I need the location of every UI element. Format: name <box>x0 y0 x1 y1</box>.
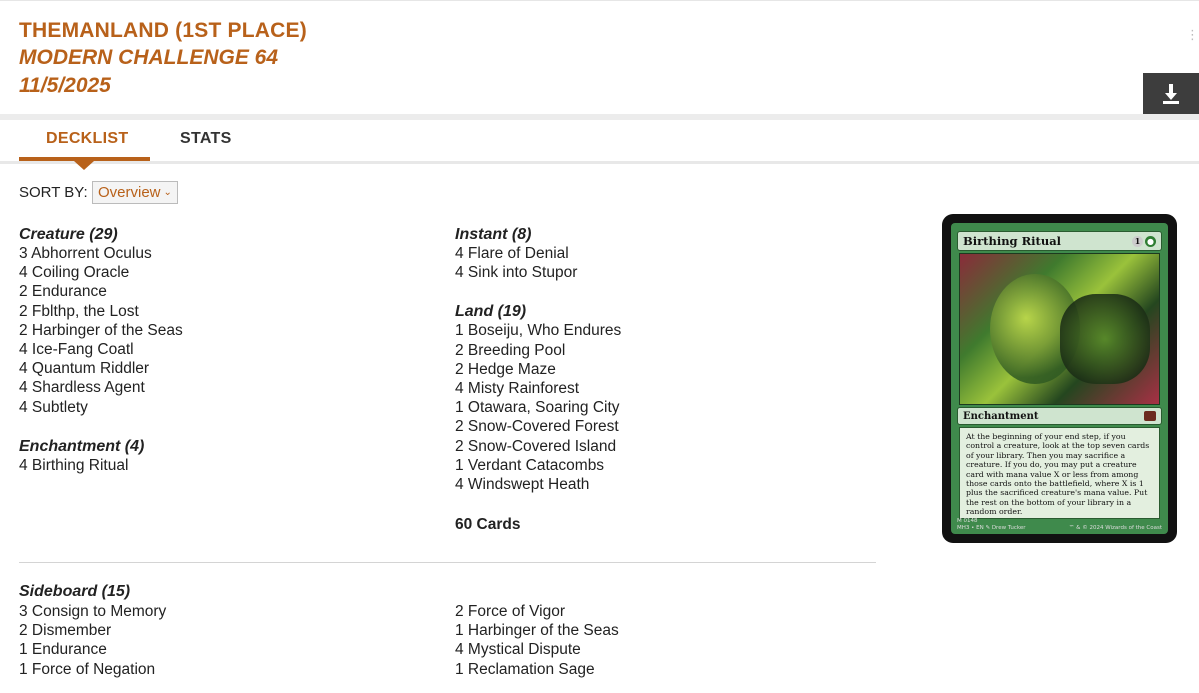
card-entry[interactable]: 1 Force of Negation <box>19 660 166 679</box>
card-entry[interactable]: 3 Abhorrent Oculus <box>19 244 419 263</box>
card-type: Enchantment <box>963 410 1039 422</box>
card-entry[interactable]: 1 Harbinger of the Seas <box>455 621 619 640</box>
card-copyright: ™ & © 2024 Wizards of the Coast <box>1068 525 1162 531</box>
card-name: Birthing Ritual <box>963 234 1062 248</box>
card-art <box>959 253 1160 405</box>
tab-bar: DECKLIST STATS <box>0 120 1199 170</box>
tab-rule <box>0 161 1199 164</box>
download-button[interactable] <box>1143 73 1199 115</box>
category-heading: Creature (29) <box>19 226 118 243</box>
category-heading: Enchantment (4) <box>19 437 145 455</box>
card-preview-image: Birthing Ritual 1 ● Enchantment At the b… <box>942 214 1177 543</box>
card-entry[interactable]: 2 Hedge Maze <box>455 360 855 379</box>
sideboard-left-column: 3 Consign to Memory 2 Dismember 1 Endura… <box>19 602 166 679</box>
card-collector-info: M 0148 MH3 • EN ✎ Drew Tucker <box>957 518 1026 531</box>
deck-header: THEMANLAND (1ST PLACE) MODERN CHALLENGE … <box>0 0 1199 116</box>
card-entry[interactable]: 2 Harbinger of the Seas <box>19 321 419 340</box>
sideboard-right-column: 2 Force of Vigor 1 Harbinger of the Seas… <box>455 602 619 679</box>
card-entry[interactable]: 4 Ice-Fang Coatl <box>19 340 419 359</box>
active-tab-caret <box>74 161 94 170</box>
green-mana-icon: ● <box>1145 235 1156 247</box>
event-name[interactable]: MODERN CHALLENGE 64 <box>19 46 278 70</box>
sort-selected-value: Overview <box>98 184 161 201</box>
mainboard-left-column: Creature (29) 3 Abhorrent Oculus 4 Coili… <box>19 225 419 475</box>
tab-decklist[interactable]: DECKLIST <box>46 130 128 148</box>
card-rules-text: At the beginning of your end step, if yo… <box>959 427 1160 519</box>
card-entry[interactable]: 4 Mystical Dispute <box>455 640 619 659</box>
card-entry[interactable]: 2 Endurance <box>19 282 419 301</box>
card-entry[interactable]: 2 Fblthp, the Lost <box>19 302 419 321</box>
card-entry[interactable]: 4 Windswept Heath <box>455 475 855 494</box>
more-icon[interactable]: ⋮ <box>1186 27 1199 43</box>
download-icon <box>1163 84 1179 104</box>
card-entry[interactable]: 2 Snow-Covered Island <box>455 437 855 456</box>
chevron-down-icon: ⌄ <box>163 187 172 198</box>
card-entry[interactable]: 1 Verdant Catacombs <box>455 456 855 475</box>
card-entry[interactable]: 4 Shardless Agent <box>19 378 419 397</box>
generic-mana-icon: 1 <box>1132 235 1143 247</box>
card-entry[interactable]: 2 Dismember <box>19 621 166 640</box>
sort-label: SORT BY: <box>19 184 88 201</box>
sideboard-heading: Sideboard (15) <box>19 583 131 600</box>
card-entry[interactable]: 4 Subtlety <box>19 398 419 417</box>
card-entry[interactable]: 3 Consign to Memory <box>19 602 166 621</box>
card-type-bar: Enchantment <box>957 407 1162 425</box>
card-entry[interactable]: 2 Snow-Covered Forest <box>455 417 855 436</box>
art-creature <box>1060 294 1150 384</box>
card-entry[interactable]: 2 Force of Vigor <box>455 602 619 621</box>
card-entry[interactable]: 1 Endurance <box>19 640 166 659</box>
sideboard-divider <box>19 562 876 563</box>
card-entry[interactable]: 4 Sink into Stupor <box>455 263 855 282</box>
card-entry[interactable]: 1 Reclamation Sage <box>455 660 619 679</box>
card-entry[interactable]: 4 Birthing Ritual <box>19 456 419 475</box>
card-entry[interactable]: 1 Boseiju, Who Endures <box>455 321 855 340</box>
card-entry[interactable]: 4 Flare of Denial <box>455 244 855 263</box>
card-entry[interactable]: 4 Misty Rainforest <box>455 379 855 398</box>
card-entry[interactable]: 4 Quantum Riddler <box>19 359 419 378</box>
deck-title: THEMANLAND (1ST PLACE) <box>19 19 307 42</box>
card-entry[interactable]: 1 Otawara, Soaring City <box>455 398 855 417</box>
sort-select[interactable]: Overview ⌄ <box>92 181 178 204</box>
card-footer: M 0148 MH3 • EN ✎ Drew Tucker ™ & © 2024… <box>957 518 1162 532</box>
card-frame: Birthing Ritual 1 ● Enchantment At the b… <box>951 223 1168 534</box>
tab-stats[interactable]: STATS <box>180 130 232 148</box>
category-heading: Instant (8) <box>455 226 532 243</box>
mana-cost: 1 ● <box>1132 235 1156 247</box>
card-entry[interactable]: 4 Coiling Oracle <box>19 263 419 282</box>
card-name-bar: Birthing Ritual 1 ● <box>957 231 1162 251</box>
card-count-total: 60 Cards <box>455 516 521 534</box>
card-entry[interactable]: 2 Breeding Pool <box>455 341 855 360</box>
event-date: 11/5/2025 <box>19 74 111 97</box>
category-heading: Land (19) <box>455 303 527 321</box>
set-symbol-icon <box>1144 411 1156 421</box>
mainboard-right-column: Instant (8) 4 Flare of Denial 4 Sink int… <box>455 225 855 534</box>
